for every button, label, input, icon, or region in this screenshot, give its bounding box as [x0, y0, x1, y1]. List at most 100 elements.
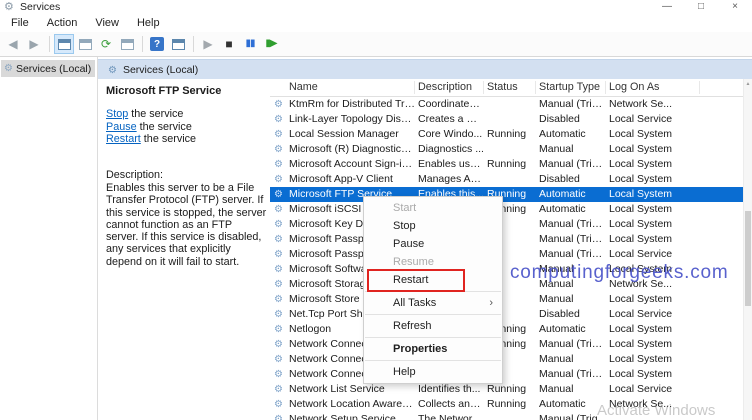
table-row[interactable]: ⚙Net.Tcp Port Sharing Servi...DisabledLo…	[270, 307, 744, 322]
cell-startup_type: Automatic	[539, 188, 607, 201]
tree-item-services-local[interactable]: ⚙ Services (Local)	[1, 60, 95, 77]
cell-log_on_as: Local System	[609, 323, 741, 336]
column-header-name[interactable]: Name	[289, 81, 318, 93]
pause-service-button[interactable]: ▮▮	[240, 34, 260, 54]
show-console-tree-button[interactable]	[54, 34, 74, 54]
cell-description: Identifies th...	[418, 383, 484, 396]
menu-help[interactable]: Help	[128, 15, 169, 32]
service-gear-icon: ⚙	[274, 143, 283, 156]
table-row[interactable]: ⚙Microsoft PassportManual (Trigg...Local…	[270, 232, 744, 247]
cell-status: Running	[487, 398, 537, 411]
table-row[interactable]: ⚙Network List ServiceIdentifies th...Run…	[270, 382, 744, 397]
export-list-button[interactable]	[75, 34, 95, 54]
table-row[interactable]: ⚙Link-Layer Topology Discove...Creates a…	[270, 112, 744, 127]
table-row[interactable]: ⚙Network Connection Brok...RunningManual…	[270, 337, 744, 352]
table-row[interactable]: ⚙Microsoft Store Install Ser...ManualLoc…	[270, 292, 744, 307]
table-row[interactable]: ⚙NetlogonRunningAutomaticLocal System	[270, 322, 744, 337]
cell-status: Running	[487, 383, 537, 396]
services-node-icon: ⚙	[4, 63, 13, 74]
table-row[interactable]: ⚙Microsoft iSCSI Initiator Se...RunningA…	[270, 202, 744, 217]
cell-log_on_as: Local System	[609, 203, 741, 216]
export-icon	[121, 39, 134, 50]
stop-service-button[interactable]: ■	[219, 34, 239, 54]
table-row[interactable]: ⚙KtmRm for Distributed Trans...Coordinat…	[270, 97, 744, 112]
table-row[interactable]: ⚙Microsoft Account Sign-in A...Enables u…	[270, 157, 744, 172]
table-row[interactable]: ⚙Network Connectivity Assi...Manual (Tri…	[270, 367, 744, 382]
service-link-line: Stop the service	[106, 108, 196, 121]
service-gear-icon: ⚙	[274, 383, 283, 396]
context-menu-item-refresh[interactable]: Refresh	[364, 317, 502, 335]
window-title: Services	[20, 0, 60, 15]
cell-startup_type: Automatic	[539, 203, 607, 216]
context-menu-item-resume: Resume	[364, 253, 502, 271]
context-menu-item-pause[interactable]: Pause	[364, 235, 502, 253]
menu-separator	[365, 314, 501, 315]
vertical-scrollbar[interactable]: ▲	[743, 79, 752, 420]
close-button[interactable]: ×	[718, 0, 752, 15]
help-button[interactable]: ?	[147, 34, 167, 54]
scrollbar-thumb[interactable]	[745, 211, 751, 306]
table-row[interactable]: ⚙Microsoft FTP ServiceEnables this...Run…	[270, 187, 744, 202]
table-row[interactable]: ⚙Local Session ManagerCore Windo...Runni…	[270, 127, 744, 142]
submenu-arrow-icon: ›	[489, 294, 493, 312]
cell-startup_type: Manual (Trigg...	[539, 233, 607, 246]
help-icon: ?	[150, 37, 164, 51]
column-header-description[interactable]: Description	[418, 81, 472, 93]
cell-startup_type: Manual (Trigg...	[539, 248, 607, 261]
start-service-button: ▶	[198, 34, 218, 54]
cell-name: Microsoft (R) Diagnostics Hu...	[289, 143, 416, 156]
table-row[interactable]: ⚙Network ConnectionsManualLocal System	[270, 352, 744, 367]
column-separator	[535, 81, 536, 94]
menu-action[interactable]: Action	[38, 15, 87, 32]
context-menu-item-help[interactable]: Help	[364, 363, 502, 381]
stop-service-link[interactable]: Stop	[106, 108, 128, 120]
service-gear-icon: ⚙	[274, 413, 283, 420]
toolbar-separator	[49, 36, 50, 52]
column-separator	[605, 81, 606, 94]
context-menu-item-restart[interactable]: Restart	[364, 271, 502, 289]
show-action-pane-button[interactable]	[168, 34, 188, 54]
cell-startup_type: Manual	[539, 353, 607, 366]
restart-service-button[interactable]: ▮▶	[261, 34, 281, 54]
menu-view[interactable]: View	[86, 15, 128, 32]
table-row[interactable]: ⚙Microsoft (R) Diagnostics Hu...Diagnost…	[270, 142, 744, 157]
cell-log_on_as: Local System	[609, 353, 741, 366]
menu-bar: FileActionViewHelp	[0, 15, 752, 32]
cell-name: KtmRm for Distributed Trans...	[289, 98, 416, 111]
context-menu-item-stop[interactable]: Stop	[364, 217, 502, 235]
activate-windows-watermark: Activate Windows	[597, 402, 715, 419]
selected-service-title: Microsoft FTP Service	[106, 85, 221, 97]
menu-separator	[365, 291, 501, 292]
table-row[interactable]: ⚙Microsoft Key Distribution ...Manual (T…	[270, 217, 744, 232]
service-gear-icon: ⚙	[274, 323, 283, 336]
cell-description: Enables user...	[418, 158, 484, 171]
cell-startup_type: Disabled	[539, 173, 607, 186]
menu-file[interactable]: File	[2, 15, 38, 32]
column-separator	[414, 81, 415, 94]
cell-name: Local Session Manager	[289, 128, 416, 141]
service-gear-icon: ⚙	[274, 98, 283, 111]
site-watermark: computingforgeeks.com	[510, 262, 729, 284]
restart-service-link[interactable]: Restart	[106, 133, 141, 145]
table-row[interactable]: ⚙Microsoft Passport Contai...Manual (Tri…	[270, 247, 744, 262]
cell-log_on_as: Local System	[609, 368, 741, 381]
cell-name: Link-Layer Topology Discove...	[289, 113, 416, 126]
minimize-button[interactable]: —	[650, 0, 684, 15]
column-header-status[interactable]: Status	[487, 81, 518, 93]
column-header-log_on_as[interactable]: Log On As	[609, 81, 659, 93]
pause-service-link[interactable]: Pause	[106, 121, 137, 133]
maximize-button[interactable]: □	[684, 0, 718, 15]
context-menu-item-properties[interactable]: Properties	[364, 340, 502, 358]
refresh-button[interactable]: ⟳	[96, 34, 116, 54]
scroll-up-icon[interactable]: ▲	[744, 81, 752, 87]
cell-log_on_as: Local Service	[609, 113, 741, 126]
context-menu-item-all-tasks[interactable]: All Tasks›	[364, 294, 502, 312]
list-header: Name Description Status Startup Type Log On …	[270, 79, 744, 97]
show-console-tree-icon	[58, 39, 71, 50]
back-button: ◀	[3, 34, 23, 54]
cell-name: Microsoft Account Sign-in A...	[289, 158, 416, 171]
export-button[interactable]	[117, 34, 137, 54]
table-row[interactable]: ⚙Microsoft App-V ClientManages Ap...Disa…	[270, 172, 744, 187]
cell-startup_type: Manual	[539, 293, 607, 306]
column-header-startup_type[interactable]: Startup Type	[539, 81, 600, 93]
